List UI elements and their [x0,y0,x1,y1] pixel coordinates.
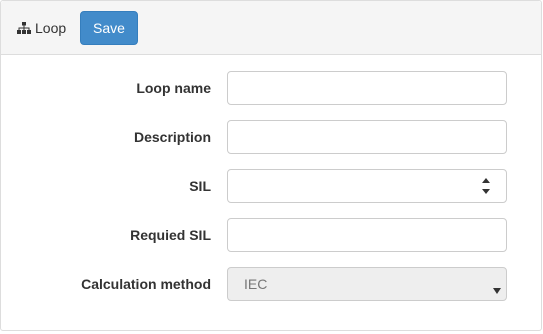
calculation-method-value: IEC [244,276,268,292]
chevron-down-icon [493,281,501,294]
calculation-method-label: Calculation method [81,276,211,292]
save-button[interactable]: Save [80,11,138,45]
loop-name-input[interactable] [227,71,507,105]
form-row-sil: SIL [1,169,541,203]
sitemap-icon [17,22,31,34]
sil-input[interactable] [227,169,507,203]
panel-title: Loop [17,18,66,38]
loop-panel: Loop Save Loop name Description SIL Requ… [0,0,542,331]
form-row-calculation-method: Calculation method IEC [1,267,541,301]
sil-label: SIL [189,178,211,194]
description-input[interactable] [227,120,507,154]
form-row-loop-name: Loop name [1,71,541,105]
loop-name-label: Loop name [136,80,211,96]
description-label: Description [133,129,211,145]
panel-heading: Loop Save [1,1,541,55]
required-sil-input[interactable] [227,218,507,252]
required-sil-label: Requied SIL [130,227,211,243]
sil-spinner[interactable] [479,178,493,194]
calculation-method-select[interactable]: IEC [227,267,507,301]
spinner-up-icon[interactable] [482,178,490,183]
panel-title-text: Loop [35,20,67,36]
spinner-down-icon[interactable] [482,189,490,194]
form-row-required-sil: Requied SIL [1,218,541,252]
form-row-description: Description [1,120,541,154]
